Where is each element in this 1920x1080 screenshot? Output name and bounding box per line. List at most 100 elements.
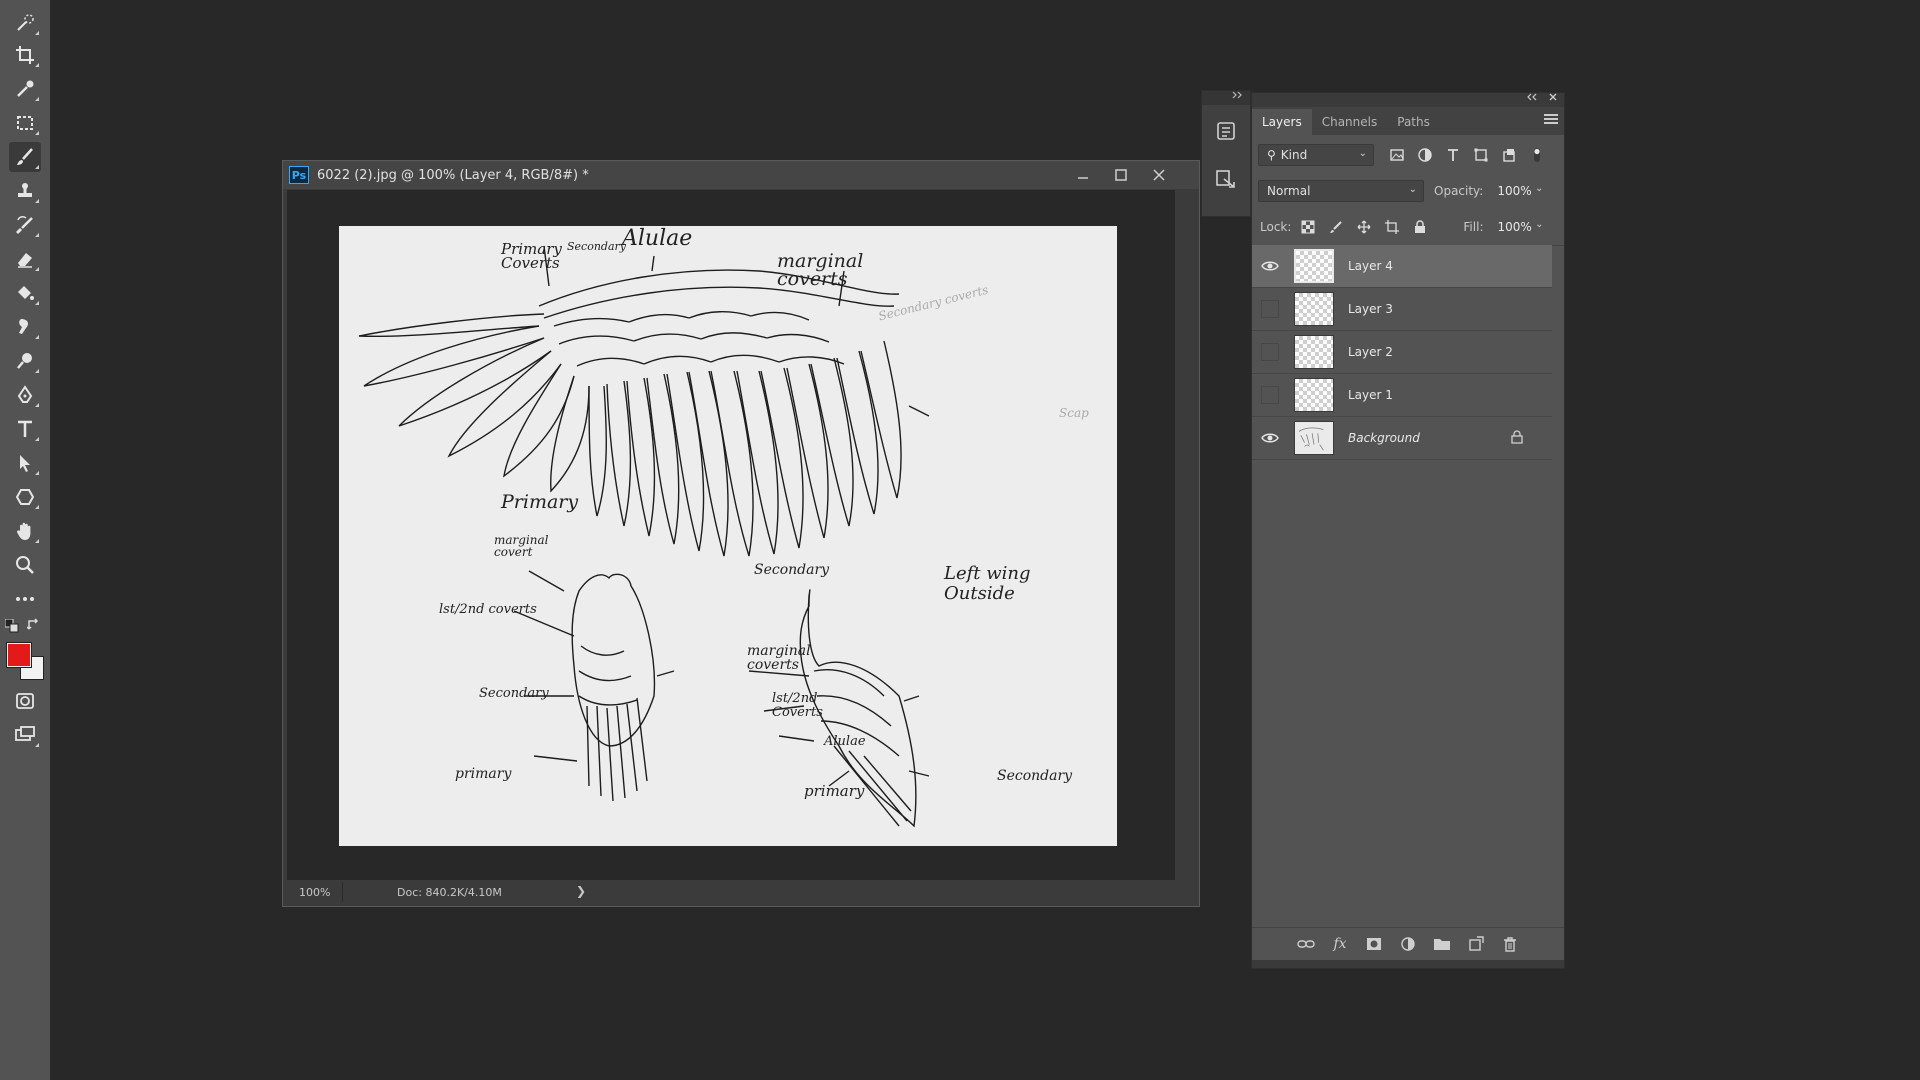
- layer-row-layer-1[interactable]: Layer 1: [1252, 374, 1552, 417]
- document-title: 6022 (2).jpg @ 100% (Layer 4, RGB/8#) *: [317, 167, 589, 183]
- panel-menu-icon[interactable]: [1544, 114, 1558, 126]
- minimize-button[interactable]: [1069, 163, 1097, 187]
- shape-icon[interactable]: [9, 482, 41, 512]
- close-panel-icon[interactable]: [1548, 92, 1558, 105]
- eye-icon: [1261, 261, 1279, 271]
- more-tools-icon[interactable]: [9, 584, 41, 614]
- chevron-down-icon: ⌄: [1358, 148, 1367, 159]
- collapse-panel-icon[interactable]: [1526, 92, 1538, 105]
- new-group-folder-icon[interactable]: [1425, 930, 1459, 958]
- frame-icon[interactable]: [9, 108, 41, 138]
- foreground-color-swatch[interactable]: [7, 643, 31, 667]
- pen-icon[interactable]: [9, 380, 41, 410]
- canvas[interactable]: Primary Coverts Secondary Alulae margina…: [287, 190, 1175, 880]
- visibility-toggle[interactable]: [1252, 288, 1288, 330]
- lock-all-icon[interactable]: [1409, 216, 1431, 238]
- fill-label: Fill:: [1463, 220, 1484, 234]
- eye-icon: [1261, 433, 1279, 443]
- document-titlebar[interactable]: Ps 6022 (2).jpg @ 100% (Layer 4, RGB/8#)…: [283, 161, 1199, 189]
- zoom-level-field[interactable]: 100%: [287, 882, 343, 902]
- close-button[interactable]: [1145, 163, 1173, 187]
- screen-mode-icon[interactable]: [9, 720, 41, 750]
- hidden-eye-box: [1261, 386, 1279, 404]
- pixel-filter-icon[interactable]: [1386, 144, 1408, 166]
- layer-row-layer-2[interactable]: Layer 2: [1252, 331, 1552, 374]
- expand-panels-icon[interactable]: [1202, 91, 1250, 105]
- vertical-scrollbar[interactable]: [1177, 190, 1195, 880]
- document-window: Ps 6022 (2).jpg @ 100% (Layer 4, RGB/8#)…: [282, 160, 1200, 907]
- lock-image-pixels-icon[interactable]: [1325, 216, 1347, 238]
- fill-field[interactable]: 100% ⌄: [1489, 216, 1550, 238]
- adjustment-layer-icon[interactable]: [1391, 930, 1425, 958]
- layers-panel: Layers Channels Paths ⚲ Kind ⌄ Normal ⌄ …: [1251, 92, 1565, 969]
- tab-channels[interactable]: Channels: [1312, 109, 1388, 135]
- smudge-icon[interactable]: [9, 312, 41, 342]
- filter-kind-dropdown[interactable]: ⚲ Kind ⌄: [1258, 144, 1374, 166]
- zoom-icon[interactable]: [9, 550, 41, 580]
- opacity-field[interactable]: 100% ⌄: [1489, 180, 1550, 202]
- layer-row-layer-3[interactable]: Layer 3: [1252, 288, 1552, 331]
- fx-icon[interactable]: fx: [1323, 930, 1357, 958]
- collapsed-panel-strip: [1201, 90, 1251, 217]
- new-layer-icon[interactable]: [1459, 930, 1493, 958]
- eraser-icon[interactable]: [9, 244, 41, 274]
- wing-sketch-image[interactable]: Primary Coverts Secondary Alulae margina…: [339, 226, 1117, 846]
- panel-resize-handle[interactable]: [1252, 960, 1564, 968]
- layer-name: Layer 1: [1348, 388, 1393, 402]
- label-secondary: Secondary: [479, 686, 549, 701]
- smart-object-filter-icon[interactable]: [1498, 144, 1520, 166]
- label-secondary-bottom: Secondary: [754, 562, 830, 578]
- status-menu-arrow[interactable]: ❯: [576, 884, 586, 898]
- tab-layers[interactable]: Layers: [1252, 109, 1312, 135]
- visibility-toggle[interactable]: [1252, 331, 1288, 373]
- type-icon[interactable]: [9, 414, 41, 444]
- visibility-toggle[interactable]: [1252, 374, 1288, 416]
- filter-toggle-icon[interactable]: [1526, 144, 1548, 166]
- wing-drawing: [358, 245, 930, 828]
- opacity-label: Opacity:: [1434, 184, 1484, 198]
- crop-icon[interactable]: [9, 40, 41, 70]
- label-marginal-coverts-2: marginal coverts: [747, 643, 811, 673]
- layer-row-background[interactable]: Background: [1252, 417, 1552, 460]
- layer-name: Layer 4: [1348, 259, 1393, 273]
- lock-label: Lock:: [1260, 220, 1292, 234]
- blend-mode-dropdown[interactable]: Normal ⌄: [1258, 180, 1424, 202]
- label-scap: Scap: [1059, 406, 1089, 420]
- swap-colors-icon[interactable]: [26, 617, 41, 631]
- visibility-toggle[interactable]: [1252, 245, 1288, 287]
- panel-header-bar: [1252, 93, 1564, 107]
- layer-name: Layer 2: [1348, 345, 1393, 359]
- lock-position-icon[interactable]: [1353, 216, 1375, 238]
- lock-artboard-icon[interactable]: [1381, 216, 1403, 238]
- paint-bucket-icon[interactable]: [9, 278, 41, 308]
- quick-selection-icon[interactable]: [9, 8, 41, 38]
- brush-icon[interactable]: [9, 142, 41, 172]
- dodge-icon[interactable]: [9, 346, 41, 376]
- maximize-button[interactable]: [1107, 163, 1135, 187]
- quick-mask-icon[interactable]: [9, 686, 41, 716]
- libraries-icon[interactable]: [1210, 115, 1242, 147]
- layer-thumbnail: [1294, 378, 1334, 412]
- layer-name: Layer 3: [1348, 302, 1393, 316]
- trash-icon[interactable]: [1493, 930, 1527, 958]
- label-lst-2nd-coverts-2: lst/2nd Coverts: [772, 691, 823, 720]
- properties-icon[interactable]: [1210, 163, 1242, 195]
- type-filter-icon[interactable]: [1442, 144, 1464, 166]
- history-brush-icon[interactable]: [9, 210, 41, 240]
- status-bar: 100% Doc: 840.2K/4.10M ❯: [287, 881, 1175, 903]
- stamp-icon[interactable]: [9, 176, 41, 206]
- hand-icon[interactable]: [9, 516, 41, 546]
- tab-paths[interactable]: Paths: [1387, 109, 1440, 135]
- path-selection-icon[interactable]: [9, 448, 41, 478]
- tools-panel: [0, 0, 51, 1080]
- link-layers-icon[interactable]: [1289, 930, 1323, 958]
- shape-filter-icon[interactable]: [1470, 144, 1492, 166]
- layer-row-layer-4[interactable]: Layer 4: [1252, 245, 1552, 288]
- default-colors-icon[interactable]: [4, 618, 19, 633]
- lock-transparent-pixels-icon[interactable]: [1297, 216, 1319, 238]
- chevron-down-icon: ⌄: [1535, 219, 1544, 230]
- add-mask-icon[interactable]: [1357, 930, 1391, 958]
- eyedropper-icon[interactable]: [9, 74, 41, 104]
- adjustment-filter-icon[interactable]: [1414, 144, 1436, 166]
- visibility-toggle[interactable]: [1252, 417, 1288, 459]
